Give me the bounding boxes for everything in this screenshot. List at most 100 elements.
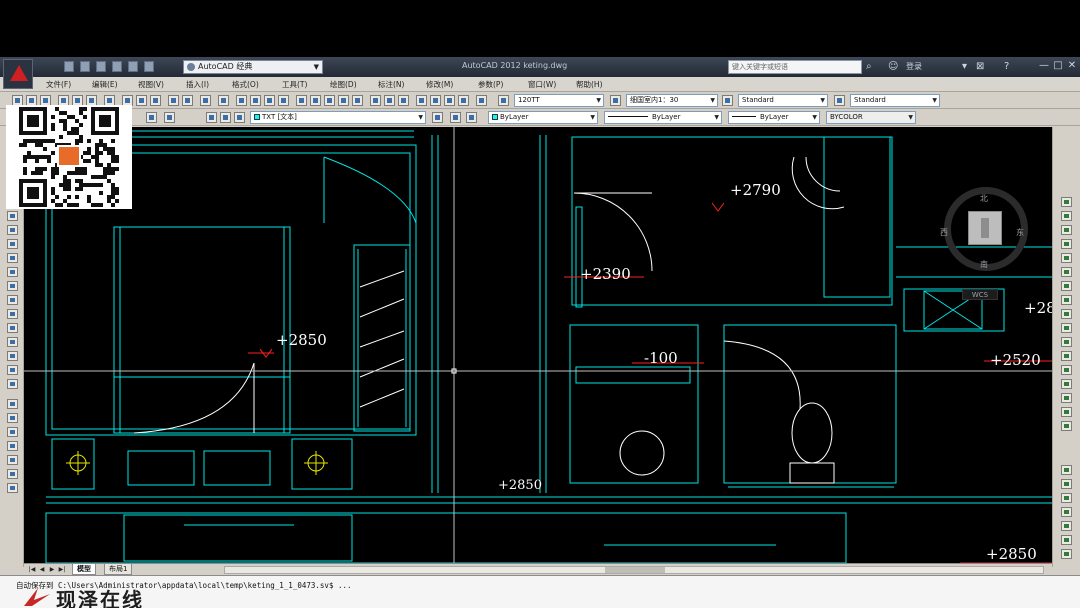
menu-modify[interactable]: 修改(M) <box>426 79 453 90</box>
circle-icon[interactable] <box>7 295 18 305</box>
undo-icon[interactable] <box>128 61 138 72</box>
undo-icon[interactable] <box>200 95 211 106</box>
explode-icon[interactable] <box>1061 421 1072 431</box>
dim-diameter-icon[interactable] <box>1061 507 1072 517</box>
block-icon[interactable] <box>430 95 441 106</box>
text-style-select[interactable]: 120TT ▼ <box>514 94 604 107</box>
exchange-icon[interactable]: ⊠ <box>976 61 984 72</box>
chevron-down-icon[interactable]: ▾ <box>962 61 967 72</box>
viewcube-top-face[interactable] <box>968 211 1002 245</box>
multileader-style-icon[interactable] <box>834 95 845 106</box>
rotate-icon[interactable] <box>1061 281 1072 291</box>
menu-edit[interactable]: 编辑(E) <box>92 79 118 90</box>
menu-format[interactable]: 格式(O) <box>232 79 259 90</box>
text-style-icon[interactable] <box>498 95 509 106</box>
menu-insert[interactable]: 插入(I) <box>186 79 209 90</box>
color-select[interactable]: ByLayer ▼ <box>488 111 598 124</box>
layer-icon[interactable] <box>384 95 395 106</box>
compass-west[interactable]: 西 <box>940 227 948 238</box>
redo-icon[interactable] <box>144 61 154 72</box>
horizontal-scrollbar[interactable] <box>224 566 1044 574</box>
quick-dim-icon[interactable] <box>1061 535 1072 545</box>
gradient-icon[interactable] <box>7 427 18 437</box>
prev-tab-icon[interactable]: ◀ <box>38 565 46 574</box>
zoom-realtime-icon[interactable] <box>250 95 261 106</box>
table-icon[interactable] <box>7 455 18 465</box>
join-icon[interactable] <box>1061 379 1072 389</box>
offset-icon[interactable] <box>1061 239 1072 249</box>
layer-state-icon[interactable] <box>164 112 175 123</box>
match-properties-icon[interactable] <box>168 95 179 106</box>
dim-aligned-icon[interactable] <box>1061 479 1072 489</box>
line-icon[interactable] <box>7 211 18 221</box>
dim-radius-icon[interactable] <box>1061 493 1072 503</box>
pan-icon[interactable] <box>236 95 247 106</box>
move-icon[interactable] <box>1061 267 1072 277</box>
maximize-button[interactable]: □ <box>1052 60 1064 73</box>
menu-params[interactable]: 参数(P) <box>478 79 503 90</box>
tool-palettes-icon[interactable] <box>324 95 335 106</box>
block-editor-icon[interactable] <box>182 95 193 106</box>
last-tab-icon[interactable]: ▶| <box>58 565 66 574</box>
point-icon[interactable] <box>7 399 18 409</box>
mirror-icon[interactable] <box>1061 225 1072 235</box>
open-icon[interactable] <box>80 61 90 72</box>
insert-block-icon[interactable] <box>7 365 18 375</box>
plot-style-select[interactable]: BYCOLOR ▼ <box>826 111 916 124</box>
linetype-select[interactable]: ByLayer ▼ <box>604 111 722 124</box>
hatch-icon[interactable] <box>7 413 18 423</box>
hatch-icon[interactable] <box>416 95 427 106</box>
construction-line-icon[interactable] <box>7 225 18 235</box>
spline-icon[interactable] <box>7 323 18 333</box>
polyline-icon[interactable] <box>7 239 18 249</box>
chamfer-icon[interactable] <box>1061 393 1072 403</box>
compass-south[interactable]: 南 <box>980 259 988 270</box>
menu-help[interactable]: 帮助(H) <box>576 79 603 90</box>
compass-east[interactable]: 东 <box>1016 227 1024 238</box>
text-icon[interactable] <box>444 95 455 106</box>
table-style-icon[interactable] <box>722 95 733 106</box>
ellipse-icon[interactable] <box>7 337 18 347</box>
dim-style-icon[interactable] <box>610 95 621 106</box>
tab-layout1[interactable]: 布局1 <box>104 564 133 575</box>
binoculars-icon[interactable]: ⌕ <box>866 61 872 72</box>
trim-icon[interactable] <box>1061 323 1072 333</box>
erase-icon[interactable] <box>1061 197 1072 207</box>
menu-file[interactable]: 文件(F) <box>46 79 71 90</box>
layer-previous-icon[interactable] <box>450 112 461 123</box>
scrollbar-thumb[interactable] <box>605 567 665 573</box>
make-block-icon[interactable] <box>7 379 18 389</box>
drawing-canvas[interactable]: +2790 +2390 +2850 -100 +2850 +2520 +2850… <box>24 127 1052 563</box>
multileader-style-select[interactable]: Standard ▼ <box>850 94 940 107</box>
arc-icon[interactable] <box>7 281 18 291</box>
sheet-set-icon[interactable] <box>338 95 349 106</box>
workspace-select[interactable]: AutoCAD 经典 ▼ <box>183 60 323 74</box>
application-menu-button[interactable] <box>3 59 33 89</box>
xref-icon[interactable] <box>458 95 469 106</box>
revcloud-icon[interactable] <box>7 309 18 319</box>
layer-select[interactable]: TXT [文本] ▼ <box>250 111 426 124</box>
zoom-previous-icon[interactable] <box>278 95 289 106</box>
menu-window[interactable]: 窗口(W) <box>528 79 556 90</box>
next-tab-icon[interactable]: ▶ <box>48 565 56 574</box>
layer-iso-icon[interactable] <box>466 112 477 123</box>
table-icon[interactable] <box>398 95 409 106</box>
saveas-icon[interactable] <box>112 61 122 72</box>
menu-dimension[interactable]: 标注(N) <box>378 79 404 90</box>
break-icon[interactable] <box>1061 365 1072 375</box>
menu-tools[interactable]: 工具(T) <box>282 79 307 90</box>
help-icon[interactable]: ? <box>1004 61 1009 72</box>
dim-linear-icon[interactable] <box>1061 465 1072 475</box>
redo-icon[interactable] <box>218 95 229 106</box>
scale-icon[interactable] <box>1061 295 1072 305</box>
add-selected-icon[interactable] <box>7 483 18 493</box>
table-style-select[interactable]: Standard ▼ <box>738 94 828 107</box>
extend-icon[interactable] <box>1061 337 1072 347</box>
paste-icon[interactable] <box>150 95 161 106</box>
layer-manager-icon[interactable] <box>146 112 157 123</box>
user-icon[interactable]: ☺ <box>888 61 898 72</box>
new-icon[interactable] <box>64 61 74 72</box>
mtext-icon[interactable] <box>7 469 18 479</box>
fillet-icon[interactable] <box>1061 407 1072 417</box>
design-center-icon[interactable] <box>310 95 321 106</box>
